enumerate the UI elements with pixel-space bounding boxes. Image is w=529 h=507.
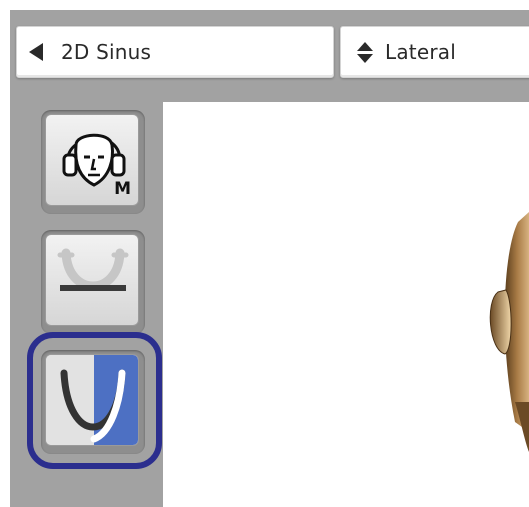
- view-selector-label: Lateral: [385, 40, 456, 64]
- head-tool-badge: M: [114, 179, 131, 199]
- view-selector-dropdown[interactable]: Lateral: [340, 26, 529, 78]
- bite-block-tool-button[interactable]: [45, 234, 139, 326]
- app-window: 2D Sinus Lateral M: [10, 10, 529, 507]
- frame: 2D Sinus Lateral M: [0, 0, 529, 507]
- top-bar: 2D Sinus Lateral: [10, 10, 529, 102]
- preview-canvas[interactable]: [163, 102, 529, 507]
- tool-sidebar: M: [10, 102, 163, 507]
- bite-block-icon: [57, 248, 129, 291]
- patient-head-tool-button[interactable]: M: [45, 114, 139, 206]
- selected-tool-highlight: [27, 332, 162, 469]
- head-model-preview: [489, 212, 529, 452]
- bite-block-tool-slot: [41, 230, 145, 334]
- patient-head-tool-slot: M: [41, 110, 145, 214]
- exam-selector-button[interactable]: 2D Sinus: [16, 26, 334, 78]
- arrow-left-icon: [29, 43, 43, 61]
- up-down-arrows-icon: [357, 41, 373, 63]
- exam-selector-label: 2D Sinus: [61, 40, 152, 64]
